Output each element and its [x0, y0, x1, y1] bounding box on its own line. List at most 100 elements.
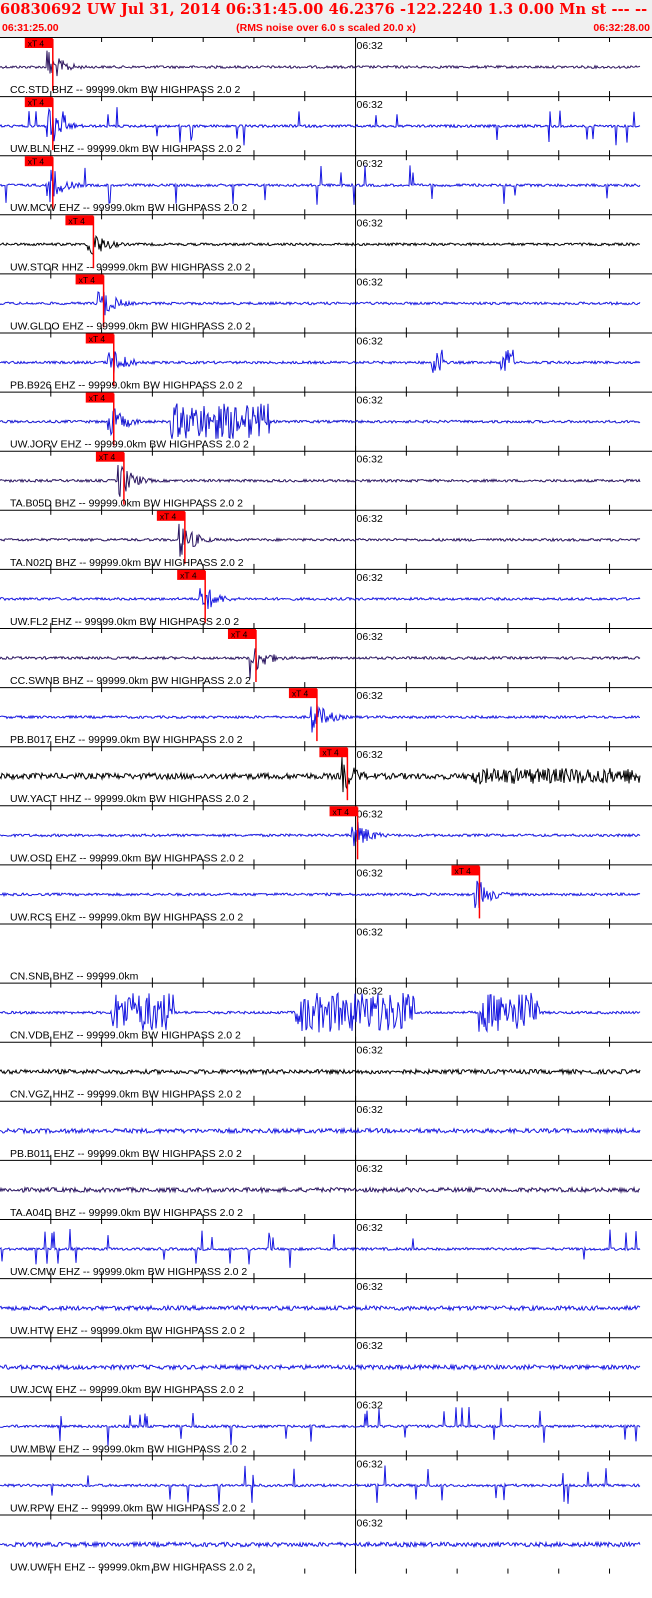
waveform — [0, 1185, 641, 1195]
pick-label: xT 4 — [99, 452, 116, 462]
minute-tick-label: 06:32 — [357, 1340, 383, 1352]
minute-tick-label: 06:32 — [357, 1458, 383, 1470]
trace-17: 06:32 CN.VDB EHZ -- 99999.0km BW HIGHPASS… — [0, 982, 652, 1042]
minute-tick-label: 06:32 — [357, 631, 383, 643]
minute-tick-label: 06:32 — [357, 1045, 383, 1057]
station-label: UW.YACT HHZ -- 99999.0km BW HIGHPASS 2.0… — [10, 793, 249, 805]
trace-1: 06:32 xT 4 CC.STD BHZ -- 99999.0km BW HIGH… — [0, 37, 652, 97]
station-label: UW.JCW EHZ -- 99999.0km BW HIGHPASS 2.0 … — [10, 1384, 244, 1396]
pick-label: xT 4 — [160, 511, 177, 521]
title-bar: 60830692 UW Jul 31, 2014 06:31:45.00 46.… — [0, 0, 652, 37]
waveform — [0, 1067, 641, 1076]
minute-tick-label: 06:32 — [357, 1518, 383, 1530]
pick-label: xT 4 — [28, 39, 45, 49]
station-label: UW.HTW EHZ -- 99999.0km BW HIGHPASS 2.0 … — [10, 1325, 245, 1337]
minute-tick-label: 06:32 — [357, 217, 383, 229]
pick-label: xT 4 — [231, 630, 248, 640]
station-label: TA.N02D BHZ -- 99999.0km BW HIGHPASS 2.0… — [10, 557, 244, 569]
station-label: UW.FL2 EHZ -- 99999.0km BW HIGHPASS 2.0 … — [10, 616, 239, 628]
trace-24: 06:32UW.MBW EHZ -- 99999.0km BW HIGHPASS… — [0, 1396, 652, 1456]
waveform — [0, 165, 641, 205]
waveform — [0, 1228, 641, 1268]
pick-label: xT 4 — [333, 807, 350, 817]
pick-label: xT 4 — [180, 570, 197, 580]
waveform — [0, 588, 641, 610]
waveform — [0, 992, 641, 1034]
waveform — [0, 1406, 641, 1446]
station-label: UW.MCW EHZ -- 99999.0km BW HIGHPASS 2.0 … — [10, 202, 247, 214]
waveform — [0, 1465, 641, 1505]
station-label: CC.SWNB BHZ -- 99999.0km BW HIGHPASS 2.0… — [10, 675, 251, 687]
trace-6: 06:32 xT 4 PB.B926 EHZ -- 99999.0km BW HIG… — [0, 332, 652, 392]
trace-4: 06:32 xT 4 UW.STOR HHZ -- 99999.0km BW HIG… — [0, 214, 652, 274]
waveform — [0, 291, 641, 316]
trace-20: 06:32 TA.A04D BHZ -- 99999.0km BW HIGHPAS… — [0, 1159, 652, 1219]
station-label: UW.CMW EHZ -- 99999.0km BW HIGHPASS 2.0 … — [10, 1266, 247, 1278]
minute-tick-label: 06:32 — [357, 40, 383, 52]
waveform — [0, 821, 641, 847]
waveform — [0, 703, 640, 733]
trace-5: 06:32 xT 4 UW.GLDO EHZ -- 99999.0km BW HIG… — [0, 273, 652, 333]
station-label: PB.B926 EHZ -- 99999.0km BW HIGHPASS 2.0… — [10, 380, 243, 392]
event-title: 60830692 UW Jul 31, 2014 06:31:45.00 46.… — [0, 1, 652, 18]
minute-tick-label: 06:32 — [357, 276, 383, 288]
minute-tick-label: 06:32 — [357, 158, 383, 170]
minute-tick-label: 06:32 — [357, 690, 383, 702]
seismogram-plot: 06:32 xT 4 CC.STD BHZ -- 99999.0km BW HIGH… — [0, 37, 652, 1574]
pick-label: xT 4 — [28, 98, 45, 108]
waveform — [0, 523, 641, 557]
minute-tick-label: 06:32 — [357, 336, 383, 348]
pick-label: xT 4 — [89, 334, 106, 344]
station-label: CN.VGZ HHZ -- 99999.0km BW HIGHPASS 2.0 … — [10, 1089, 242, 1101]
trace-7: 06:32 xT 4 UW.JORV EHZ -- 99999.0km BW HIG… — [0, 391, 652, 451]
minute-tick-label: 06:32 — [357, 1281, 383, 1293]
station-label: UW.STOR HHZ -- 99999.0km BW HIGHPASS 2.0… — [10, 261, 251, 273]
trace-9: 06:32 xT 4 TA.N02D BHZ -- 99999.0km BW HIG… — [0, 509, 652, 569]
minute-tick-label: 06:32 — [357, 808, 383, 820]
trace-19: 06:32 PB.B011 EHZ -- 99999.0km BW HIGHPAS… — [0, 1100, 652, 1160]
station-label: UW.UWFH EHZ -- 99999.0km BW HIGHPASS 2.0… — [10, 1562, 253, 1574]
minute-tick-label: 06:32 — [357, 867, 383, 879]
station-label: UW.MBW EHZ -- 99999.0km BW HIGHPASS 2.0 … — [10, 1443, 247, 1455]
pick-label: xT 4 — [322, 748, 339, 758]
trace-8: 06:32 xT 4 TA.B05D BHZ -- 99999.0km BW HIG… — [0, 450, 652, 510]
waveform — [0, 349, 641, 375]
minute-tick-label: 06:32 — [357, 454, 383, 466]
pick-label: xT 4 — [454, 866, 471, 876]
waveform — [0, 403, 641, 439]
trace-12: 06:32 xT 4 PB.B017 EHZ -- 99999.0km BW HIG… — [0, 687, 652, 747]
waveform — [0, 107, 641, 146]
trace-15: 06:32 xT 4 UW.RCS EHZ -- 99999.0km BW HIGH… — [0, 864, 652, 924]
station-label: UW.RPW EHZ -- 99999.0km BW HIGHPASS 2.0 … — [10, 1502, 246, 1514]
waveform — [0, 464, 641, 497]
trace-26: 06:32 UW.UWFH EHZ -- 99999.0km BW HIGHPAS… — [0, 1514, 652, 1574]
minute-tick-label: 06:32 — [357, 927, 383, 939]
minute-tick-label: 06:32 — [357, 99, 383, 111]
station-label: UW.GLDO EHZ -- 99999.0km BW HIGHPASS 2.0… — [10, 320, 251, 332]
trace-11: 06:32 xT 4 CC.SWNB BHZ -- 99999.0km BW HIG… — [0, 628, 652, 688]
trace-25: 06:32 UW.RPW EHZ -- 99999.0km BW HIGHPASS… — [0, 1455, 652, 1515]
minute-tick-label: 06:32 — [357, 1104, 383, 1116]
trace-23: 06:32 UW.JCW EHZ -- 99999.0km BW HIGHPASS… — [0, 1337, 652, 1397]
trace-18: 06:32 CN.VGZ HHZ -- 99999.0km BW HIGHPASS… — [0, 1041, 652, 1101]
station-label: PB.B011 EHZ -- 99999.0km BW HIGHPASS 2.0… — [10, 1148, 242, 1160]
station-label: PB.B017 EHZ -- 99999.0km BW HIGHPASS 2.0… — [10, 734, 243, 746]
minute-tick-label: 06:32 — [357, 395, 383, 407]
trace-13: 06:32 xT 4 UW.YACT HHZ -- 99999.0km BW HIG… — [0, 746, 652, 806]
waveform — [0, 756, 641, 793]
station-label: CC.STD BHZ -- 99999.0km BW HIGHPASS 2.0 … — [10, 84, 240, 96]
minute-tick-label: 06:32 — [357, 1222, 383, 1234]
pick-label: xT 4 — [68, 216, 85, 226]
waveform — [0, 234, 641, 255]
trace-21: 06:32 UW.CMW EHZ -- 99999.0km BW HIGHPASS… — [0, 1219, 652, 1279]
waveform — [0, 1304, 641, 1313]
station-label: TA.B05D BHZ -- 99999.0km BW HIGHPASS 2.0… — [10, 498, 243, 510]
trace-10: 06:32 xT 4 UW.FL2 EHZ -- 99999.0km BW HIGH… — [0, 568, 652, 628]
end-time-label: 06:32:28.00 — [593, 22, 650, 34]
station-label: UW.BLN EHZ -- 99999.0km BW HIGHPASS 2.0 … — [10, 143, 242, 155]
minute-tick-label: 06:32 — [357, 572, 383, 584]
pick-label: xT 4 — [292, 689, 309, 699]
trace-3: 06:32 xT 4 UW.MCW EHZ -- 99999.0km BW HIGH… — [0, 155, 652, 215]
waveform — [0, 1363, 641, 1372]
waveform — [0, 1126, 641, 1135]
